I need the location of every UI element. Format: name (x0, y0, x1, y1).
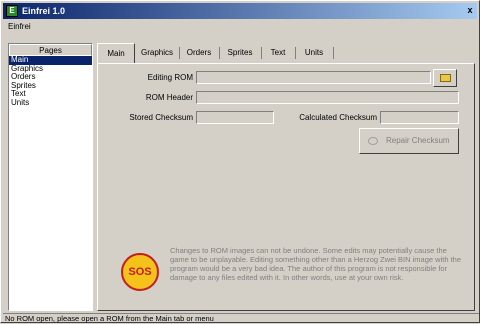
app-icon: E (6, 5, 18, 17)
tab-divider (295, 47, 296, 59)
close-button[interactable]: x (463, 4, 477, 17)
folder-open-icon (440, 74, 451, 82)
title-bar[interactable]: E Einfrei 1.0 x (3, 3, 477, 19)
tab-graphics[interactable]: Graphics (137, 43, 177, 63)
sos-logo: SOS (121, 253, 159, 291)
stored-checksum-field[interactable] (196, 111, 274, 124)
tab-divider (219, 47, 220, 59)
menu-einfrei[interactable]: Einfrei (5, 22, 34, 31)
warning-text: Changes to ROM images can not be undone.… (170, 246, 461, 282)
tab-divider (333, 47, 334, 59)
tab-strip: Main Graphics Orders Sprites Text Units (97, 43, 475, 63)
repair-checksum-button[interactable]: Repair Checksum (359, 128, 459, 154)
wrench-icon (368, 137, 378, 145)
repair-checksum-label: Repair Checksum (386, 136, 450, 145)
rom-header-label: ROM Header (145, 93, 193, 102)
pages-item-units[interactable]: Units (9, 98, 92, 108)
tab-orders[interactable]: Orders (181, 43, 217, 63)
tab-sprites[interactable]: Sprites (221, 43, 259, 63)
window-title: Einfrei 1.0 (22, 6, 66, 16)
pages-list: Pages Main Graphics Orders Sprites Text … (8, 43, 93, 311)
tab-divider (261, 47, 262, 59)
main-window: E Einfrei 1.0 x Einfrei Pages Main Graph… (0, 0, 480, 323)
stored-checksum-label: Stored Checksum (129, 113, 193, 122)
rom-header-field[interactable] (196, 91, 459, 104)
open-rom-button[interactable] (433, 69, 457, 87)
status-bar: No ROM open, please open a ROM from the … (3, 313, 479, 323)
tab-main[interactable]: Main (97, 43, 135, 63)
calculated-checksum-field[interactable] (380, 111, 459, 124)
tab-divider (179, 47, 180, 59)
tab-text[interactable]: Text (263, 43, 293, 63)
calculated-checksum-label: Calculated Checksum (299, 113, 377, 122)
sos-logo-text: SOS (128, 266, 152, 278)
menu-bar: Einfrei (5, 21, 34, 33)
editing-rom-label: Editing ROM (147, 73, 193, 82)
editing-rom-field[interactable] (196, 71, 431, 84)
tab-units[interactable]: Units (297, 43, 331, 63)
